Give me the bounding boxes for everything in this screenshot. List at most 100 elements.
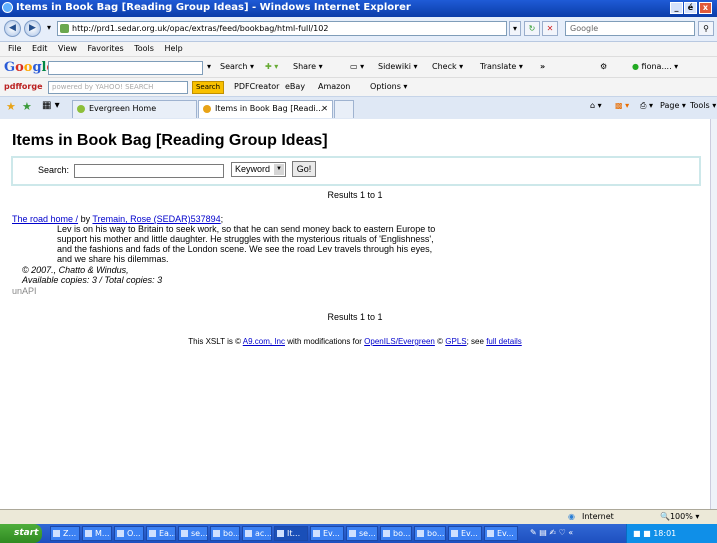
more-button[interactable]: » xyxy=(540,62,545,71)
app-icon xyxy=(181,530,188,537)
window-title-bar[interactable]: Items in Book Bag [Reading Group Ideas] … xyxy=(0,0,717,17)
address-input[interactable]: http://prd1.sedar.org.uk/opac/extras/fee… xyxy=(57,21,507,36)
menu-view[interactable]: View xyxy=(58,42,77,56)
tab-evergreen-home[interactable]: Evergreen Home xyxy=(72,100,197,118)
taskbar-item[interactable]: M... xyxy=(82,526,112,541)
pdfcreator-button[interactable]: PDFCreator xyxy=(234,82,279,91)
options-button[interactable]: Options ▾ xyxy=(370,82,407,91)
zone-label: Internet xyxy=(582,512,614,521)
taskbar-item-label: Ev... xyxy=(461,529,478,538)
app-icon xyxy=(451,530,458,537)
taskbar-item-label: bo... xyxy=(223,529,240,538)
a9-link[interactable]: A9.com, Inc xyxy=(243,337,285,346)
ebay-button[interactable]: eBay xyxy=(285,82,305,91)
menu-edit[interactable]: Edit xyxy=(32,42,48,56)
app-icon xyxy=(349,530,356,537)
stop-icon[interactable]: ✕ xyxy=(542,21,558,36)
app-icon xyxy=(85,530,92,537)
taskbar-item-label: Ea... xyxy=(159,529,176,538)
chevron-down-icon[interactable]: ▼ xyxy=(274,164,284,175)
minimize-button[interactable]: _ xyxy=(670,2,683,14)
record-title-link[interactable]: The road home / xyxy=(12,214,78,224)
mail-icon[interactable]: ▭ ▾ xyxy=(350,62,364,71)
vertical-scrollbar[interactable] xyxy=(710,119,717,509)
add-favorites-icon[interactable]: ★ xyxy=(22,100,32,113)
address-dropdown-icon[interactable]: ▾ xyxy=(509,21,521,36)
taskbar-item[interactable]: bo... xyxy=(414,526,446,541)
taskbar-item[interactable]: ac... xyxy=(242,526,272,541)
account-button[interactable]: ● fiona.... ▾ xyxy=(632,62,678,71)
menu-help[interactable]: Help xyxy=(164,42,182,56)
tray-icons[interactable]: ■ ■ xyxy=(633,529,653,538)
gpls-link[interactable]: GPLS xyxy=(445,337,466,346)
refresh-icon[interactable]: ↻ xyxy=(524,21,540,36)
taskbar-item-label: O... xyxy=(127,529,141,538)
menu-tools[interactable]: Tools xyxy=(134,42,154,56)
quick-launch-icons[interactable]: ✎ ▤ ✍ ♡ « xyxy=(530,528,573,537)
app-icon xyxy=(487,530,494,537)
taskbar-item[interactable]: bo... xyxy=(210,526,240,541)
share-button[interactable]: Share ▾ xyxy=(293,62,323,71)
home-icon[interactable]: ⌂ ▾ xyxy=(590,101,602,110)
taskbar-item[interactable]: Ev... xyxy=(310,526,344,541)
wrench-icon[interactable]: ⚙ xyxy=(600,62,607,71)
sidewiki-button[interactable]: Sidewiki ▾ xyxy=(378,62,417,71)
live-search-input[interactable]: Google xyxy=(565,21,695,36)
openils-link[interactable]: OpenILS/Evergreen xyxy=(364,337,435,346)
zoom-level[interactable]: 🔍100% ▾ xyxy=(660,512,699,521)
go-button[interactable]: Go! xyxy=(292,161,316,177)
full-details-link[interactable]: full details xyxy=(486,337,522,346)
yahoo-search-button[interactable]: Search xyxy=(192,81,224,94)
footer-credits: This XSLT is © A9.com, Inc with modifica… xyxy=(0,337,710,346)
taskbar-item[interactable]: O... xyxy=(114,526,144,541)
tab-book-bag[interactable]: Items in Book Bag [Readi... ✕ xyxy=(198,100,333,118)
page-menu-button[interactable]: Page ▾ xyxy=(660,101,686,110)
internet-explorer-icon xyxy=(2,2,13,13)
taskbar-item-active[interactable]: It... xyxy=(274,526,308,541)
forward-button[interactable]: ▶ xyxy=(24,20,41,37)
maximize-button[interactable]: é xyxy=(684,2,697,14)
feeds-icon[interactable]: ▩ ▾ xyxy=(615,101,629,110)
search-input[interactable] xyxy=(74,164,224,178)
taskbar-item[interactable]: bo... xyxy=(380,526,412,541)
google-search-button[interactable]: Search ▾ xyxy=(220,62,254,71)
quick-tabs-icon[interactable]: ▦ ▾ xyxy=(42,100,60,111)
google-search-input[interactable] xyxy=(48,61,203,75)
search-type-select[interactable]: Keyword ▼ xyxy=(231,162,286,177)
address-toolbar: ◀ ▶ ▾ http://prd1.sedar.org.uk/opac/extr… xyxy=(0,17,717,42)
clock: 18:01 xyxy=(653,529,677,538)
record-publication: © 2007., Chatto & Windus, Available copi… xyxy=(22,265,162,285)
taskbar-item-label: se... xyxy=(359,529,376,538)
close-button[interactable]: x xyxy=(699,2,712,14)
add-icon[interactable]: ✚ ▾ xyxy=(265,62,278,71)
app-icon xyxy=(245,530,252,537)
taskbar-item[interactable]: Ev... xyxy=(484,526,518,541)
close-tab-icon[interactable]: ✕ xyxy=(321,101,328,117)
yahoo-search-input[interactable]: powered by YAHOO! SEARCH xyxy=(48,81,188,94)
unapi-label: unAPI xyxy=(12,286,37,296)
menu-favorites[interactable]: Favorites xyxy=(88,42,124,56)
history-dropdown-icon[interactable]: ▾ xyxy=(44,21,54,36)
back-button[interactable]: ◀ xyxy=(4,20,21,37)
check-button[interactable]: Check ▾ xyxy=(432,62,463,71)
taskbar-item[interactable]: se... xyxy=(346,526,378,541)
globe-icon: ◉ xyxy=(568,512,575,521)
new-tab-button[interactable] xyxy=(334,100,354,118)
taskbar-item[interactable]: se... xyxy=(178,526,208,541)
favorites-star-icon[interactable]: ★ xyxy=(6,100,16,113)
status-bar: ◉ Internet 🔍100% ▾ xyxy=(0,509,717,525)
menu-file[interactable]: File xyxy=(8,42,21,56)
google-search-dropdown-icon[interactable]: ▾ xyxy=(207,62,211,71)
page-heading: Items in Book Bag [Reading Group Ideas] xyxy=(12,132,328,149)
print-icon[interactable]: ⎙ ▾ xyxy=(640,101,653,111)
taskbar-item-label: bo... xyxy=(427,529,445,538)
start-button[interactable]: start xyxy=(0,524,42,543)
taskbar-item[interactable]: Ev... xyxy=(448,526,482,541)
amazon-button[interactable]: Amazon xyxy=(318,82,350,91)
tools-menu-button[interactable]: Tools ▾ xyxy=(690,101,716,110)
record-author-link[interactable]: Tremain, Rose (SEDAR)537894 xyxy=(92,214,220,224)
taskbar-item[interactable]: Z... xyxy=(50,526,80,541)
translate-button[interactable]: Translate ▾ xyxy=(480,62,523,71)
taskbar-item[interactable]: Ea... xyxy=(146,526,176,541)
search-icon[interactable]: ⚲ xyxy=(698,21,714,36)
